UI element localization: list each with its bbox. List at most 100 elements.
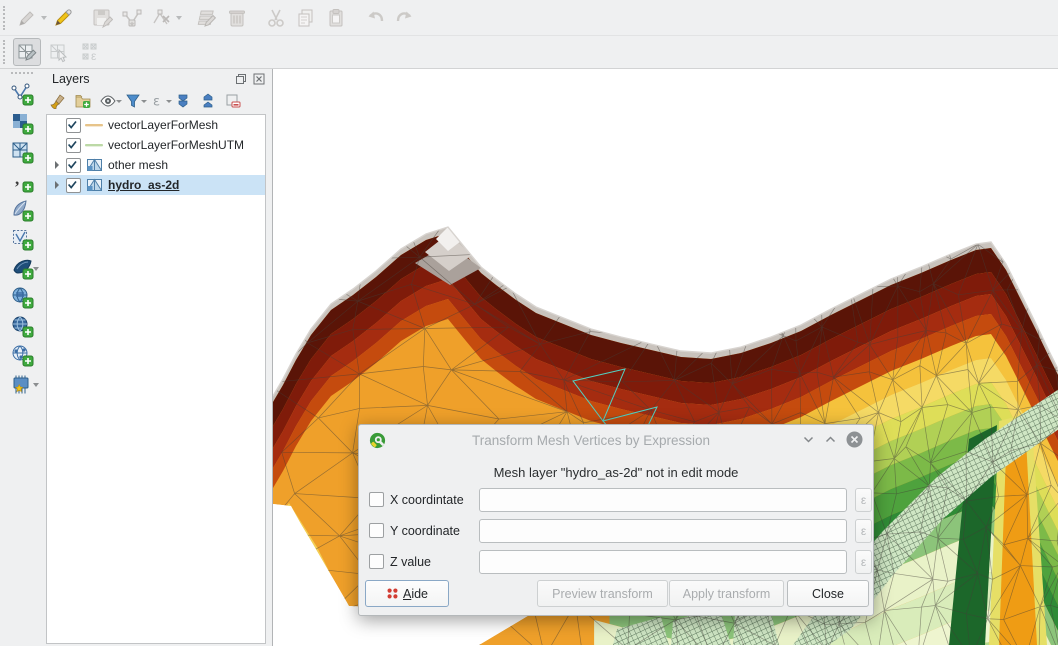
layer-row-other-mesh[interactable]: other mesh bbox=[47, 155, 265, 175]
collapse-all-button[interactable] bbox=[199, 92, 217, 110]
mesh-digitizing-toolbar: ε bbox=[0, 36, 1058, 69]
float-icon bbox=[235, 73, 247, 85]
manage-map-themes-button[interactable] bbox=[99, 92, 117, 110]
add-spatialite-layer-button[interactable] bbox=[7, 196, 37, 225]
layers-panel-titlebar: Layers bbox=[44, 68, 270, 90]
add-virtual-raster-button[interactable] bbox=[7, 370, 37, 399]
z-expression-input[interactable] bbox=[479, 550, 847, 574]
x-expression-input[interactable] bbox=[479, 488, 847, 512]
modify-attributes-button bbox=[193, 4, 221, 32]
save-layer-edits-button bbox=[88, 4, 116, 32]
maximize-window-button[interactable] bbox=[824, 433, 837, 446]
filter-by-expression-button[interactable]: ε bbox=[149, 92, 167, 110]
select-mesh-elements-button bbox=[45, 38, 73, 66]
svg-text:ε: ε bbox=[91, 49, 97, 63]
preview-transform-button: Preview transform bbox=[537, 580, 668, 607]
dropdown-caret-icon bbox=[141, 100, 147, 103]
toolbar-grip[interactable] bbox=[3, 40, 8, 64]
transform-mesh-vertices-button: ε bbox=[77, 38, 105, 66]
add-wfs-layer-button[interactable] bbox=[7, 341, 37, 370]
filter-legend-button[interactable] bbox=[124, 92, 142, 110]
layer-visibility-checkbox[interactable] bbox=[66, 158, 81, 173]
paste-features-button bbox=[322, 4, 350, 32]
x-checkbox[interactable] bbox=[369, 492, 384, 507]
layer-name: other mesh bbox=[108, 158, 168, 172]
layers-panel-title: Layers bbox=[52, 72, 234, 86]
add-group-button[interactable] bbox=[74, 92, 92, 110]
add-wms-layer-button[interactable] bbox=[7, 283, 37, 312]
add-virtual-layer-button[interactable] bbox=[7, 225, 37, 254]
checkbox-label: X coordintate bbox=[390, 493, 464, 507]
layers-panel: Layers ε vectorLayerForMeshvectorLayerFo… bbox=[44, 68, 270, 646]
dialog-titlebar[interactable]: Transform Mesh Vertices by Expression bbox=[359, 425, 873, 455]
expander-icon[interactable] bbox=[50, 178, 64, 192]
layer-row-vectorlayerformeshutm[interactable]: vectorLayerForMeshUTM bbox=[47, 135, 265, 155]
current-edits-button bbox=[13, 4, 41, 32]
add-raster-layer-button[interactable] bbox=[7, 109, 37, 138]
dialog-title: Transform Mesh Vertices by Expression bbox=[419, 433, 763, 448]
digitize-mesh-elements-button[interactable] bbox=[13, 38, 41, 66]
redo-button bbox=[391, 4, 419, 32]
dialog-button-row: Aide Preview transform Apply transform C… bbox=[359, 580, 873, 607]
add-mesh-layer-button[interactable] bbox=[7, 138, 37, 167]
checkbox-label: Y coordinate bbox=[390, 524, 460, 538]
undo-button bbox=[361, 4, 389, 32]
mesh-layer-icon bbox=[85, 158, 103, 172]
layer-name: vectorLayerForMesh bbox=[108, 118, 218, 132]
add-delimited-text-layer-button[interactable]: , bbox=[7, 167, 37, 196]
y-checkbox[interactable] bbox=[369, 523, 384, 538]
checkbox-label: Z value bbox=[390, 555, 431, 569]
layer-visibility-checkbox[interactable] bbox=[66, 118, 81, 133]
dialog-message: Mesh layer "hydro_as-2d" not in edit mod… bbox=[359, 465, 873, 480]
expand-all-button[interactable] bbox=[174, 92, 192, 110]
z-checkbox[interactable] bbox=[369, 554, 384, 569]
layer-name: hydro_as-2d bbox=[108, 178, 179, 192]
line-symbol bbox=[85, 118, 103, 132]
y-expression-input[interactable] bbox=[479, 519, 847, 543]
manage-layers-toolbar: , bbox=[0, 68, 44, 646]
layer-list: vectorLayerForMesh vectorLayerForMeshUTM o… bbox=[46, 114, 266, 644]
expression-builder-button: ε bbox=[855, 550, 872, 574]
expression-builder-button: ε bbox=[855, 519, 872, 543]
add-vector-layer-button[interactable] bbox=[7, 80, 37, 109]
toggle-editing-button[interactable] bbox=[49, 4, 77, 32]
open-layer-styling-button[interactable] bbox=[49, 92, 67, 110]
layer-name: vectorLayerForMeshUTM bbox=[108, 138, 244, 152]
close-panel-button[interactable] bbox=[252, 73, 265, 86]
float-panel-button[interactable] bbox=[234, 73, 247, 86]
copy-features-button bbox=[292, 4, 320, 32]
help-label: ide bbox=[411, 587, 428, 601]
dialog-row-z-value: Z valueε bbox=[369, 549, 865, 574]
dropdown-caret-icon bbox=[41, 16, 47, 20]
toolbar-grip[interactable] bbox=[3, 6, 8, 30]
dropdown-caret-icon bbox=[166, 100, 172, 103]
close-button[interactable]: Close bbox=[787, 580, 869, 607]
toolbar-grip[interactable] bbox=[11, 72, 33, 77]
dropdown-caret-icon bbox=[116, 100, 122, 103]
add-wcs-layer-button[interactable] bbox=[7, 312, 37, 341]
apply-transform-button: Apply transform bbox=[669, 580, 784, 607]
remove-layer-button[interactable] bbox=[224, 92, 242, 110]
layers-panel-toolbar: ε bbox=[44, 90, 270, 112]
close-window-button[interactable] bbox=[846, 431, 863, 448]
layer-visibility-checkbox[interactable] bbox=[66, 178, 81, 193]
close-icon bbox=[253, 73, 265, 85]
layer-row-vectorlayerformesh[interactable]: vectorLayerForMesh bbox=[47, 115, 265, 135]
dialog-row-x-coordintate: X coordintateε bbox=[369, 487, 865, 512]
dropdown-caret-icon bbox=[33, 383, 39, 387]
add-point-cloud-layer-button[interactable] bbox=[7, 254, 37, 283]
layer-row-hydro_as-2d[interactable]: hydro_as-2d bbox=[47, 175, 265, 195]
transform-mesh-vertices-dialog: Transform Mesh Vertices by Expression Me… bbox=[358, 424, 874, 616]
shade-window-button[interactable] bbox=[802, 433, 815, 446]
vertex-tool-current-layer-button bbox=[148, 4, 176, 32]
expander-icon[interactable] bbox=[50, 158, 64, 172]
help-button[interactable]: Aide bbox=[365, 580, 449, 607]
dropdown-caret-icon bbox=[176, 16, 182, 20]
expression-builder-button: ε bbox=[855, 488, 872, 512]
digitizing-toolbar bbox=[0, 0, 1058, 36]
layer-visibility-checkbox[interactable] bbox=[66, 138, 81, 153]
vertex-tool-all-layers-button bbox=[118, 4, 146, 32]
qgis-logo-icon bbox=[369, 432, 386, 449]
delete-selected-button bbox=[223, 4, 251, 32]
dialog-row-y-coordinate: Y coordinateε bbox=[369, 518, 865, 543]
